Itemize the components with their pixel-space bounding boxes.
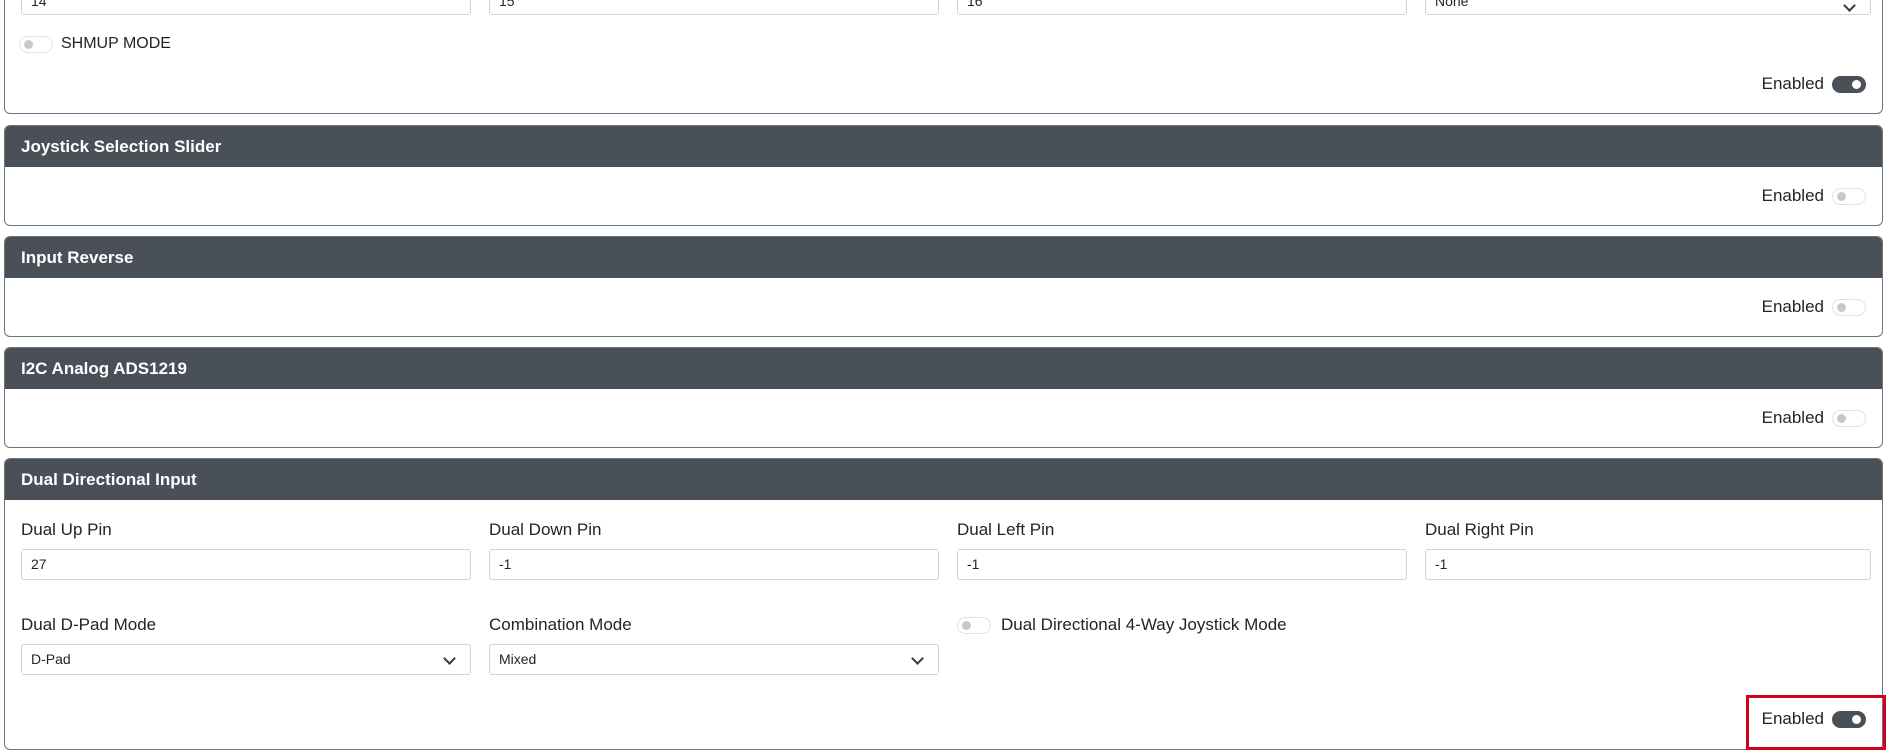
dual-directional-title: Dual Directional Input <box>5 459 1882 500</box>
input-reverse-title: Input Reverse <box>5 237 1882 278</box>
dual-directional-card: Dual Directional Input Dual Up Pin Dual … <box>4 458 1883 750</box>
toggle-knob <box>1837 413 1846 423</box>
dual-right-pin-input[interactable]: -1 <box>1425 549 1871 580</box>
joystick-slider-card: Joystick Selection Slider Enabled <box>4 125 1883 226</box>
dual-dpad-mode-select[interactable]: D-Pad <box>21 644 471 675</box>
toggle-knob <box>1852 79 1861 89</box>
i2c-analog-enabled-toggle[interactable] <box>1832 409 1866 427</box>
dual-down-pin-label: Dual Down Pin <box>489 520 602 539</box>
toggle-knob <box>962 620 971 630</box>
top-enabled-label: Enabled <box>1761 74 1824 93</box>
top-enabled-row: Enabled <box>1762 74 1866 94</box>
i2c-analog-title: I2C Analog ADS1219 <box>5 348 1882 389</box>
input-reverse-card: Input Reverse Enabled <box>4 236 1883 337</box>
top-enabled-toggle[interactable] <box>1832 75 1866 93</box>
toggle-knob <box>24 39 33 49</box>
top-input-2[interactable]: 15 <box>489 0 939 15</box>
fourway-mode-toggle[interactable] <box>957 616 991 634</box>
combination-mode-label: Combination Mode <box>489 615 632 634</box>
dual-up-pin-input[interactable]: 27 <box>21 549 471 580</box>
shmup-mode-toggle[interactable] <box>19 35 53 53</box>
dual-up-pin-label: Dual Up Pin <box>21 520 112 539</box>
top-input-3[interactable]: 16 <box>957 0 1407 15</box>
joystick-slider-enabled-row: Enabled <box>1762 186 1866 206</box>
top-input-1[interactable]: 14 <box>21 0 471 15</box>
fourway-mode-row: Dual Directional 4-Way Joystick Mode <box>957 615 1287 635</box>
combination-mode-select[interactable]: Mixed <box>489 644 939 675</box>
dual-dpad-mode-label: Dual D-Pad Mode <box>21 615 157 634</box>
joystick-slider-title: Joystick Selection Slider <box>5 126 1882 167</box>
dual-left-pin-label: Dual Left Pin <box>957 520 1055 539</box>
shmup-mode-label: SHMUP MODE <box>61 35 171 52</box>
dual-left-pin-input[interactable]: -1 <box>957 549 1407 580</box>
top-card: 14 15 16 None SHMUP MODE Enabled <box>4 0 1883 114</box>
i2c-analog-enabled-label: Enabled <box>1761 408 1824 427</box>
shmup-mode-row: SHMUP MODE <box>19 35 171 53</box>
toggle-knob <box>1837 302 1846 312</box>
dual-right-pin-label: Dual Right Pin <box>1425 520 1534 539</box>
toggle-knob <box>1837 191 1846 201</box>
input-reverse-enabled-toggle[interactable] <box>1832 298 1866 316</box>
top-select-4[interactable]: None <box>1425 0 1871 15</box>
input-reverse-enabled-row: Enabled <box>1762 297 1866 317</box>
i2c-analog-enabled-row: Enabled <box>1762 408 1866 428</box>
fourway-mode-label: Dual Directional 4-Way Joystick Mode <box>1001 615 1287 634</box>
joystick-slider-enabled-toggle[interactable] <box>1832 187 1866 205</box>
input-reverse-enabled-label: Enabled <box>1761 297 1824 316</box>
i2c-analog-card: I2C Analog ADS1219 Enabled <box>4 347 1883 448</box>
highlight-box <box>1746 695 1886 750</box>
dual-down-pin-input[interactable]: -1 <box>489 549 939 580</box>
joystick-slider-enabled-label: Enabled <box>1761 186 1824 205</box>
